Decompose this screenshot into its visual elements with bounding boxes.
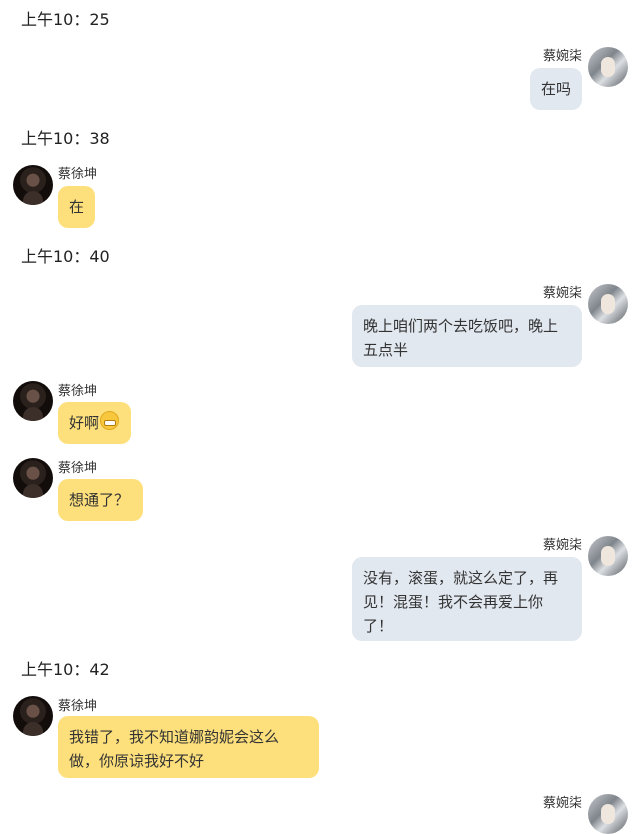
sender-name: 蔡婉柒 (542, 49, 582, 64)
message-bubble[interactable]: 我错了，我不知道娜韵妮会这么做，你原谅我好不好 (58, 716, 319, 778)
avatar[interactable] (588, 284, 628, 324)
grin-emoji-icon (100, 411, 120, 430)
message-bubble[interactable]: 想通了？ (58, 479, 143, 521)
message-text: 好啊 (69, 414, 100, 432)
timestamp: 上午10：40 (21, 247, 110, 266)
message-bubble[interactable]: 在 (58, 186, 95, 228)
timestamp: 上午10：42 (21, 660, 110, 679)
message-bubble[interactable]: 在吗 (530, 68, 582, 110)
timestamp: 上午10：25 (21, 10, 110, 29)
avatar[interactable] (13, 696, 53, 736)
sender-name: 蔡徐坤 (58, 461, 98, 476)
avatar[interactable] (13, 381, 53, 421)
avatar[interactable] (13, 458, 53, 498)
sender-name: 蔡婉柒 (542, 538, 582, 553)
message-bubble[interactable]: 好啊 (58, 402, 131, 444)
sender-name: 蔡婉柒 (542, 286, 582, 301)
avatar[interactable] (588, 536, 628, 576)
message-bubble[interactable]: 晚上咱们两个去吃饭吧，晚上五点半 (352, 305, 582, 367)
avatar[interactable] (588, 47, 628, 87)
sender-name: 蔡徐坤 (58, 384, 98, 399)
sender-name: 蔡徐坤 (58, 699, 98, 714)
avatar[interactable] (13, 165, 53, 205)
message-bubble[interactable]: 没有，滚蛋，就这么定了，再见！混蛋！我不会再爱上你了！ (352, 557, 582, 641)
sender-name: 蔡徐坤 (58, 167, 98, 182)
avatar[interactable] (588, 794, 628, 834)
timestamp: 上午10：38 (21, 129, 110, 148)
